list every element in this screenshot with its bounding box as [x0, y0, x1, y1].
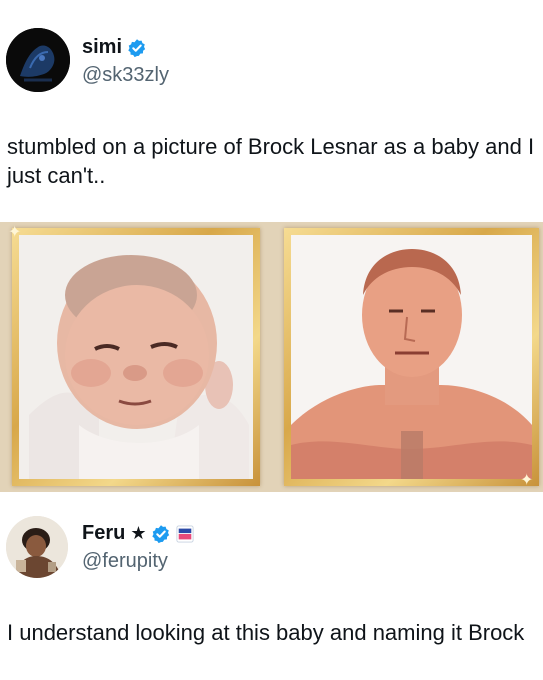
gold-frame-left [12, 228, 260, 486]
handle[interactable]: @sk33zly [82, 64, 169, 87]
sparkle-icon: ✦ [520, 472, 534, 489]
tweet-text: stumbled on a picture of Brock Lesnar as… [7, 134, 535, 188]
sparkle-icon: ✦ [8, 224, 22, 241]
author-name-row[interactable]: Feru ★ [82, 522, 195, 545]
baby-photo [19, 235, 253, 479]
avatar-photo-icon [6, 516, 68, 578]
verified-badge-icon [128, 38, 146, 57]
tweet-media[interactable]: ✦ ✦ [0, 222, 543, 492]
adult-portrait-image [291, 235, 532, 479]
baby-face-image [19, 235, 253, 479]
star-icon: ★ [130, 523, 147, 543]
tweet-text: I understand looking at this baby and na… [7, 620, 525, 645]
affiliate-badge-icon [176, 524, 195, 543]
avatar-art-icon [6, 28, 70, 92]
verified-badge-icon [152, 524, 170, 543]
gold-frame-right [284, 228, 539, 486]
display-name[interactable]: simi [82, 36, 122, 59]
avatar[interactable] [6, 516, 68, 578]
handle[interactable]: @ferupity [82, 550, 168, 573]
avatar[interactable] [6, 28, 70, 92]
tweet-original: simi @sk33zly stumbled on a picture of B… [0, 0, 543, 500]
author-name-row[interactable]: simi [82, 36, 147, 59]
adult-photo [291, 235, 532, 479]
display-name[interactable]: Feru [82, 522, 125, 545]
